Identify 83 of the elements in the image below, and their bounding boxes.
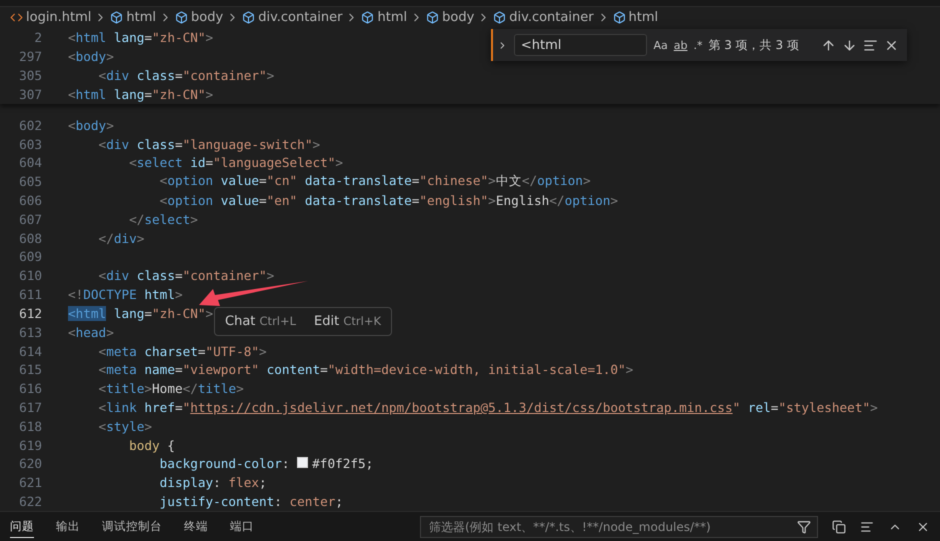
line-number: 618 xyxy=(18,418,43,434)
panel-tab[interactable]: 端口 xyxy=(230,516,254,538)
code-line: display: flex; xyxy=(158,475,267,490)
code-line: <div class="container"> xyxy=(98,68,274,83)
line-number: 616 xyxy=(18,381,43,396)
line-number: 614 xyxy=(18,344,43,359)
line-number: 603 xyxy=(18,136,43,152)
code-icon xyxy=(10,11,23,24)
code-line: <div class="container"> xyxy=(98,268,274,284)
code-line: background-color: #f0f2f5; xyxy=(158,456,374,472)
lines-icon[interactable] xyxy=(863,38,878,52)
line-number: 613 xyxy=(18,324,43,340)
line-number: 604 xyxy=(18,155,43,170)
cube-icon xyxy=(612,11,626,24)
filter-field[interactable]: 筛选器(例如 text、**/*.ts、!**/node_modules/**) xyxy=(420,516,818,538)
line-number: 622 xyxy=(18,494,43,510)
line-number: 297 xyxy=(18,49,43,64)
code-line: body { xyxy=(128,438,175,453)
line-number: 617 xyxy=(18,400,43,415)
line-number: 612 xyxy=(18,306,43,321)
line-number: 305 xyxy=(18,68,43,83)
code-line: <head> xyxy=(68,324,114,340)
code-line: </div> xyxy=(98,230,144,246)
breadcrumb-item[interactable]: html xyxy=(377,10,408,25)
cube-icon xyxy=(110,11,124,24)
code-line: <option value="cn" data-translate="chinese">中文</option> xyxy=(158,173,591,190)
cube-icon xyxy=(361,11,374,24)
panel-tab[interactable]: 终端 xyxy=(184,516,208,538)
line-number: 607 xyxy=(18,212,43,227)
line-number: 615 xyxy=(18,362,43,378)
code-line: </select> xyxy=(128,212,198,227)
search-option[interactable]: ab xyxy=(674,38,688,52)
line-number: 606 xyxy=(18,193,43,208)
cube-icon xyxy=(175,11,188,24)
cube-icon xyxy=(242,11,256,24)
panel-tab[interactable]: 调试控制台 xyxy=(102,516,162,538)
line-number: 611 xyxy=(18,287,43,302)
breadcrumb-item[interactable]: html xyxy=(628,10,658,25)
menu-item[interactable]: Chat Ctrl+L xyxy=(225,314,296,329)
line-number: 621 xyxy=(18,475,43,490)
search-option[interactable]: .* xyxy=(693,38,702,52)
line-number: 605 xyxy=(18,174,43,190)
line-number: 619 xyxy=(18,438,43,453)
code-line: <option value="en" data-translate="english">English</option> xyxy=(158,193,618,208)
line-number: 620 xyxy=(18,456,43,472)
line-number: 608 xyxy=(18,230,43,246)
code-line: <meta charset="UTF-8"> xyxy=(98,344,267,359)
code-line: <body> xyxy=(68,118,114,133)
cube-icon xyxy=(426,11,440,24)
find-field[interactable]: <html xyxy=(514,34,648,56)
menu-item[interactable]: Edit Ctrl+K xyxy=(314,314,382,329)
code-line: <select id="languageSelect"> xyxy=(128,155,344,170)
match-count: 第 3 项，共 3 项 xyxy=(708,36,799,54)
line-number: 610 xyxy=(18,268,43,284)
breadcrumb-item[interactable]: div.container xyxy=(258,10,342,25)
lines-icon[interactable] xyxy=(860,520,874,534)
copy-icon[interactable] xyxy=(832,520,846,534)
breadcrumb-item[interactable]: body xyxy=(442,10,474,25)
line-number: 2 xyxy=(33,30,43,45)
code-line: <html lang="zh-CN"> xyxy=(68,30,214,45)
code-line: <body> xyxy=(68,49,114,64)
code-line: <html lang="zh-CN"> xyxy=(68,306,214,321)
line-number: 609 xyxy=(18,249,43,264)
breadcrumb-item[interactable]: body xyxy=(191,10,224,25)
code-line: <link href="https://cdn.jsdelivr.net/npm/bootstrap@5.1.3/dist/css/bootstrap.min.css" rel="stylesheet"> xyxy=(98,400,878,415)
code-line: <style> xyxy=(98,418,152,434)
line-number: 307 xyxy=(18,87,43,102)
code-line: <title>Home</title> xyxy=(98,381,244,396)
code-line: <!DOCTYPE html> xyxy=(68,287,183,302)
code-line: <html lang="zh-CN"> xyxy=(68,87,214,102)
code-line: <meta name="viewport" content="width=device-width, initial-scale=1.0"> xyxy=(98,362,634,378)
panel-tab[interactable]: 输出 xyxy=(56,516,80,538)
line-number: 602 xyxy=(18,118,43,133)
cube-icon xyxy=(493,11,506,24)
breadcrumb-item[interactable]: html xyxy=(126,10,156,25)
breadcrumb-item[interactable]: login.html xyxy=(26,10,92,25)
filter-icon[interactable] xyxy=(797,520,811,534)
panel-tab[interactable]: 问题 xyxy=(10,516,34,538)
code-line: justify-content: center; xyxy=(158,494,344,510)
breadcrumb-item[interactable]: div.container xyxy=(509,10,594,25)
arrow-down-icon[interactable] xyxy=(842,38,857,52)
code-line: <div class="language-switch"> xyxy=(98,136,320,152)
search-option[interactable]: Aa xyxy=(653,38,668,52)
